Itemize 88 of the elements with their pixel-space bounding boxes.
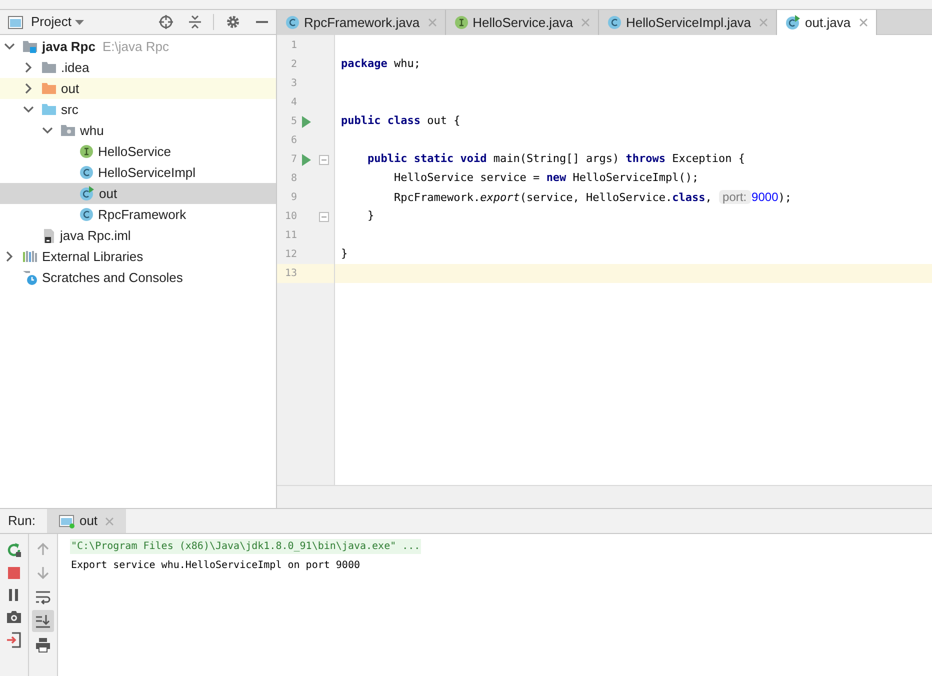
fold-icon[interactable] [319, 212, 329, 222]
project-view-icon [8, 16, 23, 28]
caret-icon [75, 20, 84, 24]
package-icon [60, 123, 76, 138]
run-icon[interactable] [302, 116, 310, 128]
close-icon[interactable] [759, 18, 768, 27]
code-line: package whu; [341, 56, 420, 72]
editor-tab[interactable]: HelloService.java [446, 10, 600, 35]
tree-item[interactable]: External Libraries [0, 246, 276, 267]
module-folder-icon [22, 39, 38, 54]
tree-item[interactable]: out [0, 78, 276, 99]
chevron-right-icon [4, 251, 15, 262]
exit-icon[interactable] [6, 632, 22, 648]
line-number: 6 [290, 134, 297, 148]
close-icon[interactable] [581, 18, 590, 27]
soft-wrap-icon [35, 589, 51, 605]
chevron-down-icon [4, 41, 15, 52]
line-number: 1 [290, 39, 297, 53]
class-icon [79, 165, 94, 180]
tree-item[interactable]: java Rpc.iml [0, 225, 276, 246]
editor-tab[interactable]: out.java [777, 10, 877, 35]
run-panel-label: Run: [7, 512, 36, 530]
settings-icon[interactable] [226, 15, 240, 29]
runnable-class-icon [785, 15, 802, 30]
editor-tab[interactable]: HelloServiceImpl.java [599, 10, 778, 35]
run-icon[interactable] [302, 154, 310, 166]
code-line: public class out { [341, 113, 460, 130]
tree-item[interactable]: java Rpc E:\java Rpc [0, 36, 276, 57]
tree-item[interactable]: HelloService [0, 141, 276, 162]
close-icon[interactable] [104, 516, 114, 526]
folder-icon [41, 102, 57, 117]
tree-item[interactable]: Scratches and Consoles [0, 267, 276, 288]
interface-icon [79, 144, 94, 159]
folder-icon [41, 81, 57, 96]
class-icon [607, 15, 622, 30]
code-line: public static void main(String[] args) throws Exception { [366, 151, 746, 168]
code-line: } [341, 246, 348, 262]
project-view-dropdown[interactable]: Project [31, 12, 84, 32]
chevron-down-icon [23, 104, 34, 115]
tree-item[interactable]: HelloServiceImpl [0, 162, 276, 183]
close-icon[interactable] [858, 18, 868, 27]
console-output: Export service whu.HelloServiceImpl on port 9000 [70, 559, 361, 573]
line-number: 10 [284, 210, 297, 224]
tree-item[interactable]: src [0, 99, 276, 120]
console-icon [59, 514, 76, 528]
line-number: 13 [284, 267, 297, 281]
tree-item[interactable]: whu [0, 120, 276, 141]
locate-icon[interactable] [159, 15, 173, 29]
line-number: 7 [290, 153, 297, 167]
runnable-class-icon [79, 186, 95, 201]
up-arrow-icon [35, 541, 51, 557]
run-tab[interactable]: out [47, 509, 126, 533]
chevron-right-icon [23, 83, 34, 94]
pause-icon[interactable] [7, 588, 21, 602]
module-file-icon [41, 228, 56, 244]
line-number: 11 [284, 229, 297, 243]
line-number: 8 [290, 172, 297, 186]
folder-icon [41, 60, 57, 75]
down-arrow-icon [35, 565, 51, 581]
tree-item[interactable]: .idea [0, 57, 276, 78]
class-icon [285, 15, 300, 30]
rerun-icon[interactable] [6, 542, 22, 558]
scratch-clock-icon [22, 270, 38, 286]
interface-icon [454, 15, 469, 30]
scroll-to-end-icon [35, 613, 51, 629]
close-icon[interactable] [428, 18, 437, 27]
editor-tab[interactable]: RpcFramework.java [277, 10, 446, 35]
chevron-right-icon [23, 62, 34, 73]
code-line: HelloService service = new HelloServiceImpl(); [392, 170, 699, 186]
stop-icon[interactable] [7, 566, 21, 580]
tree-item[interactable]: out [0, 183, 276, 204]
code-line: RpcFramework.export(service, HelloService.class, port: 9000); [392, 189, 792, 206]
line-number: 5 [290, 115, 297, 129]
chevron-down-icon [42, 125, 53, 136]
code-line: } [366, 208, 374, 224]
fold-icon[interactable] [319, 154, 329, 164]
line-number: 2 [290, 58, 297, 72]
class-icon [79, 207, 94, 222]
libraries-icon [22, 249, 38, 264]
tree-item[interactable]: RpcFramework [0, 204, 276, 225]
camera-icon[interactable] [6, 610, 22, 624]
line-number: 12 [284, 248, 297, 262]
scroll-to-end-button[interactable] [32, 610, 54, 632]
line-number: 3 [290, 77, 297, 91]
line-number: 4 [290, 96, 297, 110]
line-number: 9 [290, 191, 297, 205]
collapse-all-icon[interactable] [189, 15, 201, 29]
printer-icon [35, 637, 51, 653]
